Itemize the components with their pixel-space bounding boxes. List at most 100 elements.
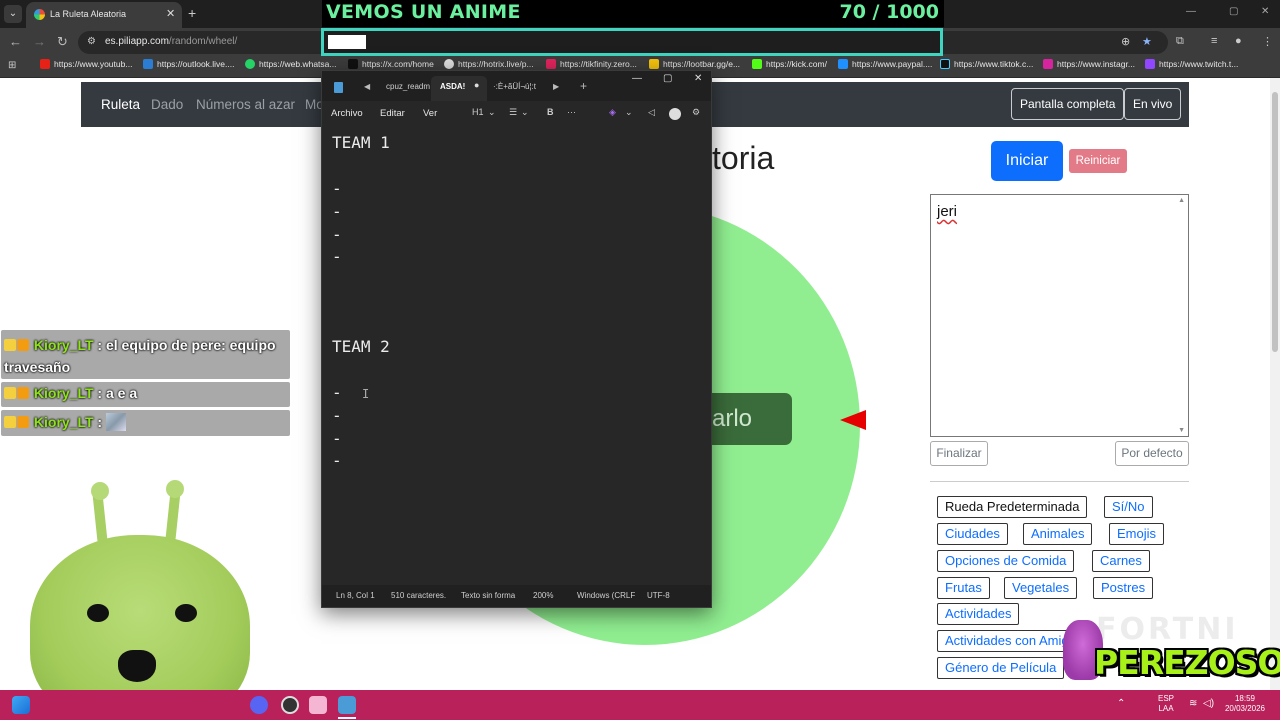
new-tab-plus-icon[interactable]: + — [188, 5, 196, 21]
preset-movie-genre[interactable]: Género de Película — [937, 657, 1065, 679]
notepad-tab-1[interactable]: cpuz_readm — [386, 82, 430, 91]
nav-link-ruleta[interactable]: Ruleta — [101, 97, 140, 112]
chevron-down-icon[interactable]: ⌄ — [625, 107, 633, 118]
bookmark-instagram[interactable]: https://www.instagr... — [1043, 59, 1135, 69]
apps-grid-icon[interactable]: ⊞ — [8, 60, 16, 71]
bookmark-youtube[interactable]: https://www.youtub... — [40, 59, 132, 69]
settings-gear-icon[interactable]: ⚙ — [692, 107, 700, 118]
status-encoding[interactable]: UTF-8 — [647, 591, 670, 600]
obs-icon[interactable] — [281, 696, 299, 714]
more-options-icon[interactable]: ··· — [567, 107, 576, 117]
tab-search-chevron-icon[interactable]: ⌄ — [4, 5, 22, 23]
scrollbar-thumb[interactable] — [1272, 92, 1278, 352]
preset-vegetables[interactable]: Vegetales — [1004, 577, 1078, 599]
menu-archivo[interactable]: Archivo — [331, 108, 363, 119]
preset-default-wheel[interactable]: Rueda Predeterminada — [937, 496, 1088, 518]
live-button[interactable]: En vivo — [1124, 88, 1182, 120]
heading-dropdown[interactable]: H1 — [472, 107, 484, 117]
clock[interactable]: 18:59 20/03/2026 — [1222, 694, 1268, 714]
menu-editar[interactable]: Editar — [380, 108, 405, 119]
notepad-tab-3[interactable]: ·:È+ãÜÍ¬ú¦:t — [493, 82, 536, 91]
browser-tab-active[interactable]: La Ruleta Aleatoria ✕ — [26, 2, 182, 28]
preset-desserts[interactable]: Postres — [1093, 577, 1154, 599]
default-button[interactable]: Por defecto — [1115, 441, 1189, 466]
windows-start-icon[interactable] — [12, 696, 30, 714]
notepad-window[interactable]: ◀ cpuz_readm ASDA! ● ·:È+ãÜÍ¬ú¦:t ▶ + — … — [321, 70, 712, 608]
back-arrow-icon[interactable]: ← — [9, 34, 22, 49]
bookmark-twitch[interactable]: https://www.twitch.t... — [1145, 59, 1238, 69]
menu-dots-icon[interactable]: ⋮ — [1262, 35, 1273, 48]
forward-arrow-icon[interactable]: → — [33, 34, 46, 49]
notepad-titlebar[interactable]: ◀ cpuz_readm ASDA! ● ·:È+ãÜÍ¬ú¦:t ▶ + — … — [322, 71, 711, 101]
notepad-minimize-icon[interactable]: — — [632, 73, 642, 84]
preset-fruits[interactable]: Frutas — [937, 577, 990, 599]
tab-scroll-right-icon[interactable]: ▶ — [553, 82, 559, 91]
megaphone-icon[interactable]: ◁ — [648, 107, 655, 118]
nav-link-numeros[interactable]: Números al azar — [196, 97, 295, 112]
preset-activities-friends[interactable]: Actividades con Amig — [937, 630, 1077, 652]
reset-button[interactable]: Reiniciar — [1069, 149, 1127, 173]
notepad-close-icon[interactable]: ✕ — [694, 73, 702, 84]
entries-textarea[interactable]: jeri ▲ ▼ — [930, 194, 1189, 437]
menu-ver[interactable]: Ver — [423, 108, 437, 119]
notepad-maximize-icon[interactable]: ▢ — [663, 73, 672, 84]
finish-button[interactable]: Finalizar — [930, 441, 988, 466]
discord-icon[interactable] — [250, 696, 268, 714]
bold-button[interactable]: B — [547, 107, 554, 117]
bookmark-x[interactable]: https://x.com/home — [348, 59, 434, 69]
bookmark-star-icon[interactable]: ★ — [1142, 35, 1152, 48]
reload-icon[interactable]: ↻ — [57, 34, 68, 50]
window-max-icon[interactable]: ▢ — [1229, 6, 1238, 17]
bookmark-tikfinity[interactable]: https://tikfinity.zero... — [546, 59, 637, 69]
account-icon[interactable] — [669, 108, 681, 120]
preset-animals[interactable]: Animales — [1023, 523, 1093, 545]
chat-message-content: Kiory_LT : — [4, 413, 287, 431]
new-tab-plus-icon[interactable]: + — [580, 79, 587, 93]
tab-scroll-left-icon[interactable]: ◀ — [364, 82, 370, 91]
bookmark-paypal[interactable]: https://www.paypal.... — [838, 59, 932, 69]
close-tab-icon[interactable]: ✕ — [166, 7, 175, 20]
bookmark-whatsapp[interactable]: https://web.whatsa... — [245, 59, 336, 69]
extensions-icon[interactable]: ⧉ — [1176, 35, 1184, 48]
window-close-icon[interactable]: ✕ — [1261, 6, 1269, 17]
wifi-icon[interactable]: ≋ — [1189, 698, 1197, 709]
language-indicator[interactable]: ESP LAA — [1158, 694, 1174, 714]
preset-cities[interactable]: Ciudades — [937, 523, 1008, 545]
preset-meats[interactable]: Carnes — [1092, 550, 1150, 572]
bookmark-kick[interactable]: https://kick.com/ — [752, 59, 827, 69]
reading-list-icon[interactable]: ≡ — [1211, 35, 1217, 47]
fullscreen-button[interactable]: Pantalla completa — [1011, 88, 1125, 120]
app-pink-icon[interactable] — [309, 696, 327, 714]
status-zoom[interactable]: 200% — [533, 591, 553, 600]
bookmark-hotrix[interactable]: https://hotrix.live/p... — [444, 59, 534, 69]
preset-yes-no[interactable]: Sí/No — [1104, 496, 1153, 518]
scroll-up-icon[interactable]: ▲ — [1178, 197, 1185, 204]
notepad-editor[interactable]: TEAM 1 - - - - TEAM 2 - - - - I — [322, 127, 711, 585]
badge-gem-icon — [4, 387, 16, 399]
window-min-icon[interactable]: — — [1186, 6, 1196, 17]
bookmark-lootbar[interactable]: https://lootbar.gg/e... — [649, 59, 740, 69]
tray-chevron-up-icon[interactable]: ⌃ — [1117, 698, 1125, 709]
start-button[interactable]: Iniciar — [991, 141, 1063, 181]
status-eol[interactable]: Windows (CRLF — [577, 591, 635, 600]
profile-icon[interactable]: ● — [1235, 35, 1242, 47]
volume-icon[interactable]: ◁) — [1203, 698, 1214, 709]
status-format[interactable]: Texto sin forma — [461, 591, 515, 600]
notepad-tab-active[interactable]: ASDA! ● — [431, 76, 487, 101]
copilot-icon[interactable]: ◈ — [609, 107, 616, 118]
preset-emojis[interactable]: Emojis — [1109, 523, 1165, 545]
site-info-icon[interactable]: ⚙ — [87, 36, 96, 47]
scroll-down-icon[interactable]: ▼ — [1178, 427, 1185, 434]
chevron-down-icon[interactable]: ⌄ — [488, 107, 496, 118]
preset-food[interactable]: Opciones de Comida — [937, 550, 1075, 572]
bookmark-outlook[interactable]: https://outlook.live.... — [143, 59, 234, 69]
preset-activities[interactable]: Actividades — [937, 603, 1020, 625]
page-scrollbar[interactable] — [1270, 78, 1280, 690]
list-icon[interactable]: ☰ — [509, 107, 517, 118]
chevron-down-icon[interactable]: ⌄ — [521, 107, 529, 118]
notepad-taskbar-icon[interactable] — [338, 696, 356, 714]
url-text[interactable]: es.piliapp.com/random/wheel/ — [105, 36, 237, 47]
bookmark-tiktok[interactable]: https://www.tiktok.c... — [940, 59, 1033, 69]
zoom-icon[interactable]: ⊕ — [1121, 35, 1130, 48]
nav-link-dado[interactable]: Dado — [151, 97, 183, 112]
